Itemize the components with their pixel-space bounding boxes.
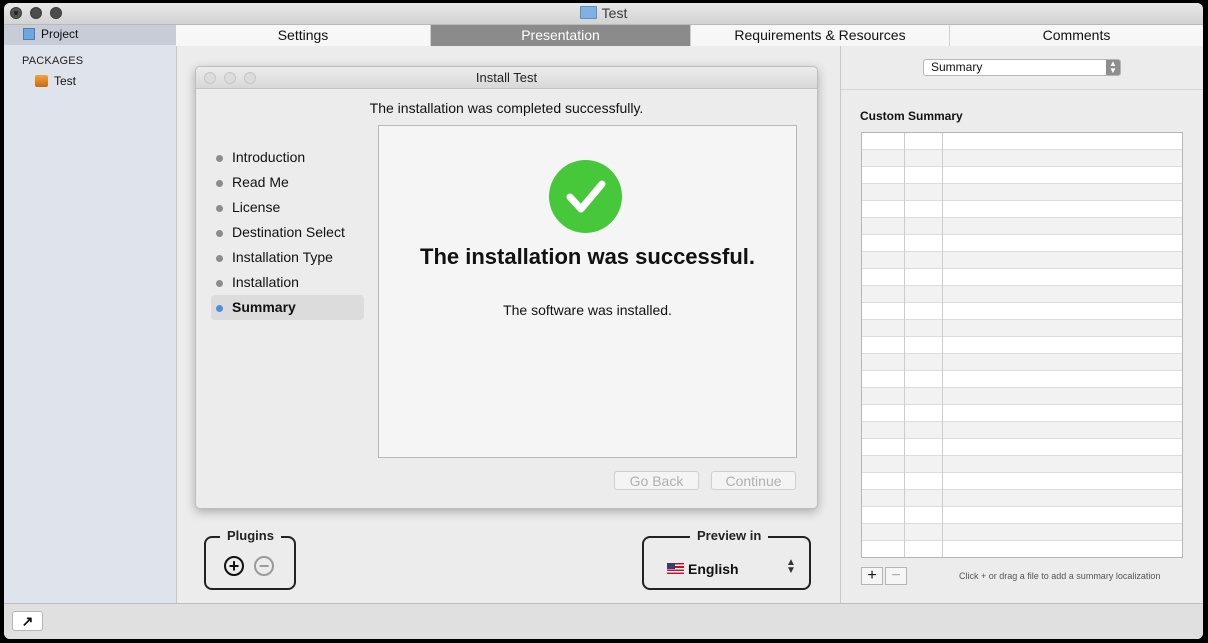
installer-title-bar: Install Test [196,67,817,89]
table-row [862,388,1182,405]
installer-steps: Introduction Read Me License Destination… [211,145,364,320]
success-subtitle: The software was installed. [503,302,672,318]
step-destination-select[interactable]: Destination Select [211,220,364,245]
preview-language-group: Preview in English ▲ ▼ [642,528,811,590]
table-row [862,422,1182,439]
preview-language-select[interactable]: English [688,561,739,577]
sidebar-packages-heading: PACKAGES [22,55,84,67]
step-bullet-icon [216,155,223,162]
step-label: License [232,199,281,215]
sidebar-item-project[interactable]: Project [4,25,176,45]
title-bar: Test [4,3,1203,25]
step-bullet-icon [216,180,223,187]
step-bullet-icon [216,230,223,237]
step-label: Installation [232,274,299,290]
select-arrows-icon[interactable]: ▲ ▼ [786,558,796,576]
step-read-me[interactable]: Read Me [211,170,364,195]
plugins-group: Plugins + − [204,528,296,590]
bottom-bar: ↗ [4,603,1203,639]
pane-select[interactable]: Summary ▲ ▼ [923,59,1121,76]
step-bullet-icon [216,305,223,312]
table-row [862,354,1182,371]
table-row [862,337,1182,354]
table-row [862,490,1182,507]
folder-icon [579,6,597,19]
table-row [862,201,1182,218]
installer-content-area: The installation was successful. The sof… [378,125,797,458]
presentation-editor: Install Test The installation was comple… [177,46,840,603]
sidebar-item-package[interactable]: Test [35,74,76,88]
sidebar-project-label: Project [41,27,79,41]
sidebar: Project PACKAGES Test [4,25,177,603]
continue-button[interactable]: Continue [711,471,796,490]
table-row [862,524,1182,541]
package-icon [35,75,48,87]
app-window: Test Project PACKAGES Test Settings Pres… [4,3,1203,639]
table-row [862,320,1182,337]
step-license[interactable]: License [211,195,364,220]
localization-hint: Click + or drag a file to add a summary … [959,571,1161,581]
column-divider [942,133,943,557]
step-introduction[interactable]: Introduction [211,145,364,170]
step-bullet-icon [216,255,223,262]
table-row [862,184,1182,201]
table-row [862,303,1182,320]
success-title: The installation was successful. [420,244,755,269]
step-bullet-icon [216,205,223,212]
tab-bar: Settings Presentation Requirements & Res… [176,25,1203,47]
column-divider [904,133,905,557]
arrow-button[interactable]: ↗ [12,611,43,631]
pane-select-value: Summary [931,60,983,74]
panel-header: Summary ▲ ▼ [841,46,1203,90]
remove-plugin-button[interactable]: − [254,556,274,576]
step-label: Introduction [232,149,306,165]
project-icon [23,28,35,40]
step-installation[interactable]: Installation [211,270,364,295]
table-row [862,269,1182,286]
remove-localization-button[interactable]: − [885,567,907,585]
popup-arrows-icon: ▲ ▼ [1106,60,1120,75]
table-row [862,405,1182,422]
tab-presentation[interactable]: Presentation [431,25,691,46]
table-row [862,150,1182,167]
step-label: Read Me [232,174,289,190]
custom-summary-label: Custom Summary [860,109,963,123]
step-label: Destination Select [232,224,345,240]
table-row [862,252,1182,269]
us-flag-icon [667,563,684,574]
table-row [862,286,1182,303]
table-row [862,439,1182,456]
go-back-button[interactable]: Go Back [614,471,699,490]
plugins-label: Plugins [220,528,281,543]
table-row [862,507,1182,524]
table-row [862,218,1182,235]
table-row [862,456,1182,473]
custom-summary-table[interactable] [861,132,1183,558]
add-localization-button[interactable]: + [861,567,883,585]
window-title: Test [4,5,1203,21]
tab-settings[interactable]: Settings [176,25,431,46]
step-summary[interactable]: Summary [211,295,364,320]
step-installation-type[interactable]: Installation Type [211,245,364,270]
table-row [862,541,1182,557]
tab-requirements-resources[interactable]: Requirements & Resources [691,25,950,46]
sidebar-package-label: Test [54,74,77,88]
window-title-text: Test [601,5,628,21]
table-row [862,371,1182,388]
step-bullet-icon [216,280,223,287]
checkmark-icon [549,160,622,233]
step-label: Installation Type [232,249,333,265]
installer-title: Install Test [475,70,538,85]
table-row [862,473,1182,490]
tab-comments[interactable]: Comments [950,25,1203,46]
table-row [862,167,1182,184]
preview-in-label: Preview in [690,528,769,543]
summary-settings-panel: Summary ▲ ▼ Custom Summary + − Click + o… [840,46,1203,603]
add-plugin-button[interactable]: + [224,556,244,576]
table-row [862,133,1182,150]
installer-headline: The installation was completed successfu… [369,100,644,116]
table-row [862,235,1182,252]
step-label: Summary [232,299,296,315]
installer-preview-window: Install Test The installation was comple… [195,66,818,509]
